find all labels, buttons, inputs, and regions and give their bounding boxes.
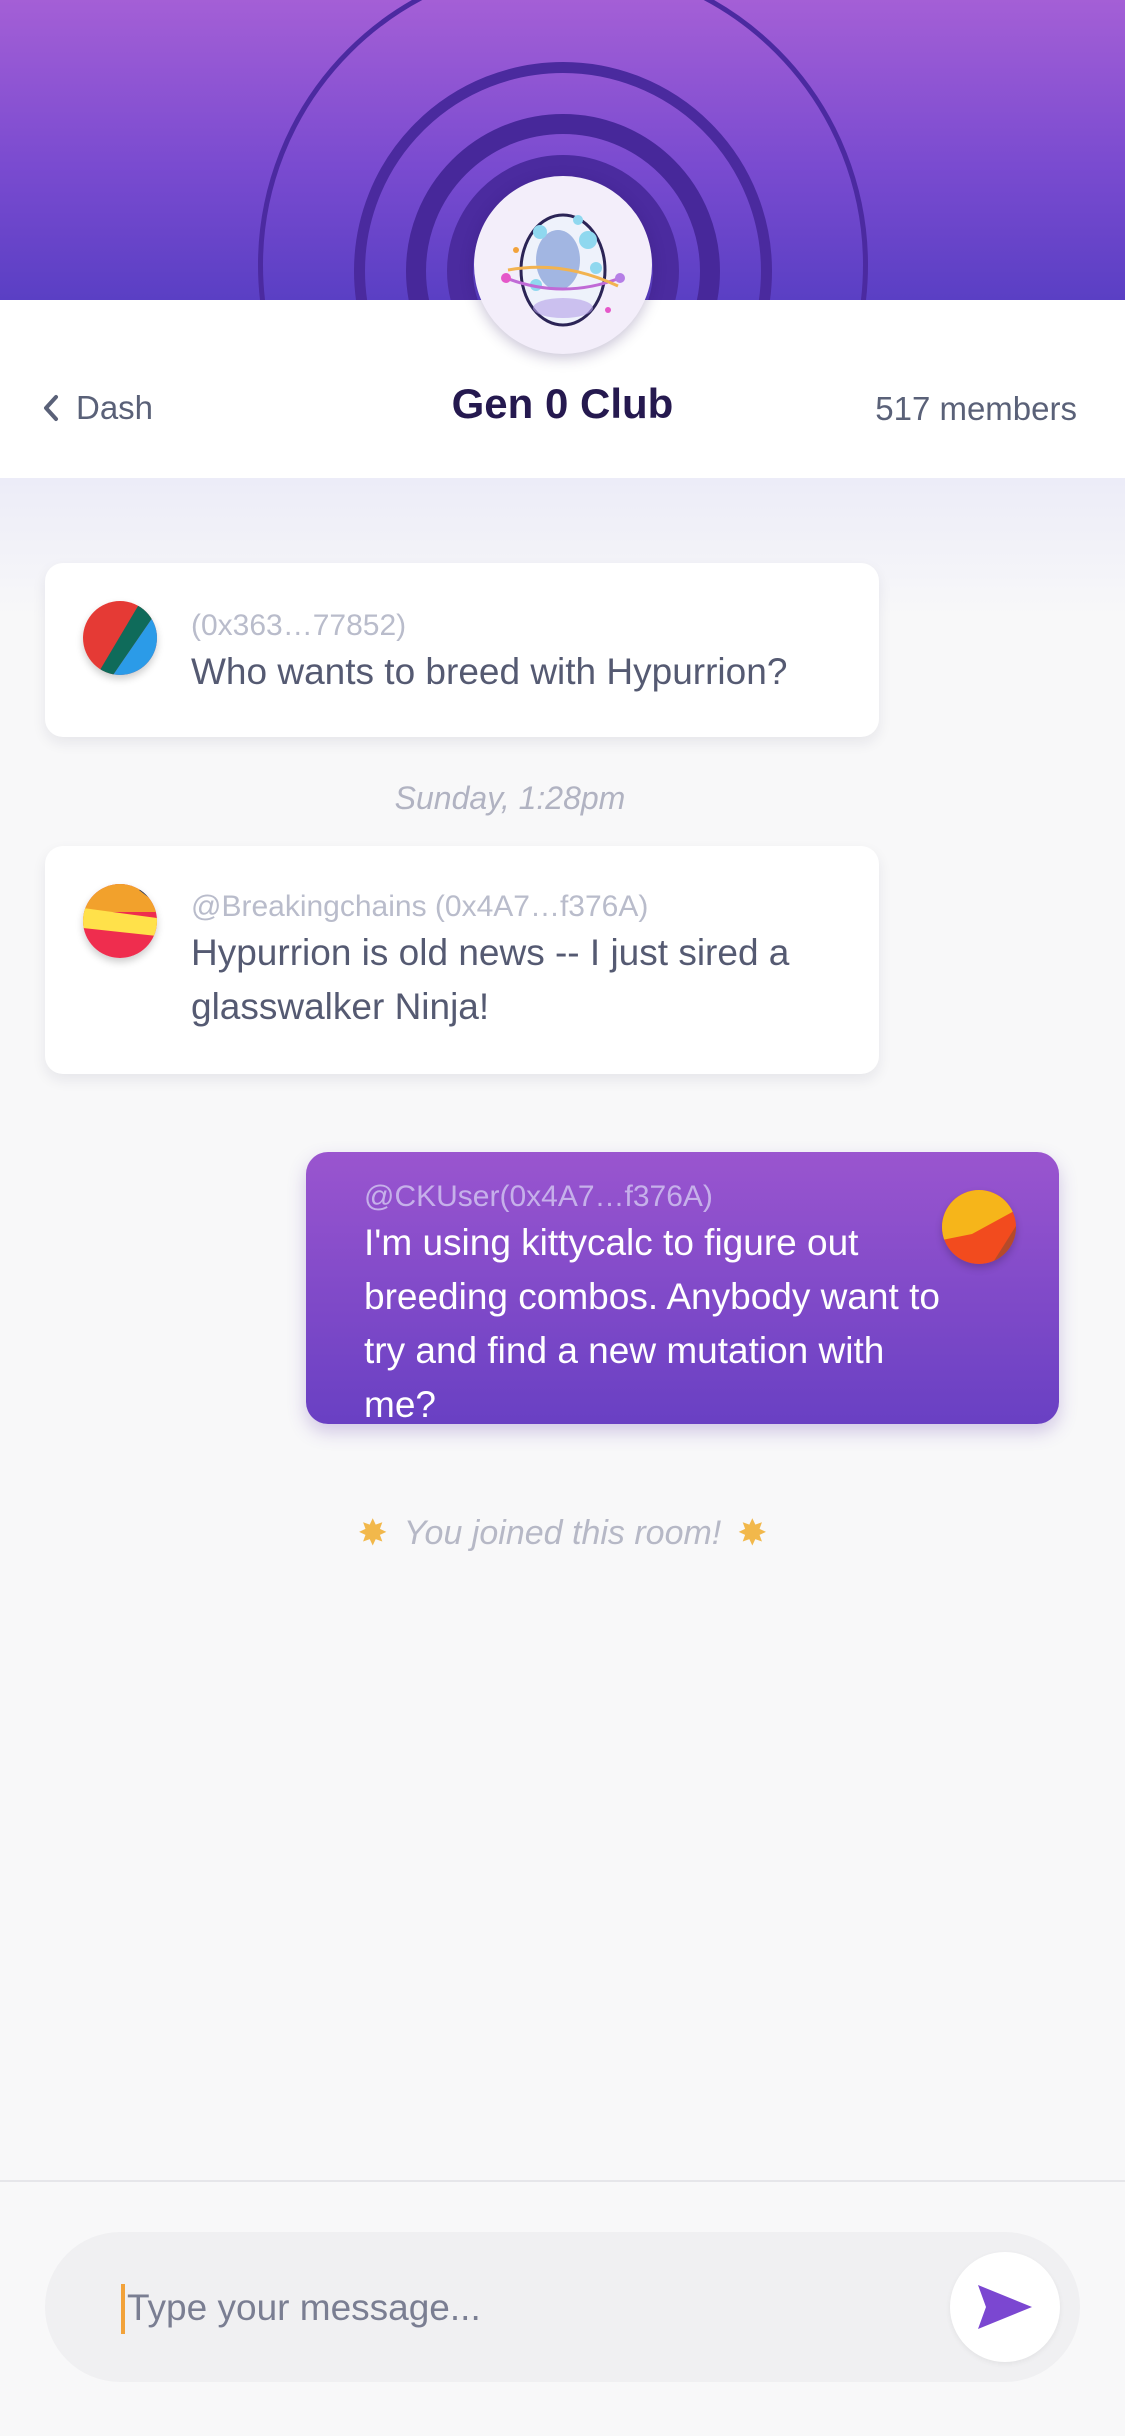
members-count[interactable]: 517 members	[875, 390, 1077, 428]
room-avatar[interactable]	[474, 176, 652, 354]
send-button[interactable]	[950, 2252, 1060, 2362]
message-input[interactable]	[127, 2272, 947, 2344]
avatar[interactable]	[83, 884, 157, 958]
sender-name: @Breakingchains (0x4A7…f376A)	[191, 890, 649, 923]
message-card: (0x363…77852) Who wants to breed with Hy…	[45, 563, 879, 737]
message-card: @Breakingchains (0x4A7…f376A) Hypurrion …	[45, 846, 879, 1074]
avatar-icon	[942, 1190, 1016, 1264]
egg-icon	[501, 213, 625, 327]
avatar[interactable]	[83, 601, 157, 675]
sparkle-icon: ✸	[737, 1512, 768, 1553]
message-text: Hypurrion is old news -- I just sired a …	[191, 932, 790, 1027]
own-message-card: @CKUser(0x4A7…f376A) I'm using kittycalc…	[306, 1152, 1059, 1425]
avatar[interactable]	[942, 1190, 1016, 1264]
avatar-icon	[83, 601, 157, 675]
sparkle-icon: ✸	[357, 1512, 388, 1553]
sender-name: (0x363…77852)	[191, 609, 407, 642]
text-caret	[121, 2284, 125, 2334]
joined-text: You joined this room!	[403, 1513, 722, 1552]
message-text: I'm using kittycalc to figure out breedi…	[364, 1222, 940, 1425]
joined-notice: ✸ You joined this room! ✸	[0, 1512, 1125, 1554]
message-composer	[45, 2232, 1080, 2382]
avatar-icon	[83, 884, 157, 958]
sender-name: @CKUser(0x4A7…f376A)	[364, 1180, 713, 1213]
send-icon	[978, 2285, 1032, 2329]
message-text: Who wants to breed with Hypurrion?	[191, 651, 788, 692]
timestamp: Sunday, 1:28pm	[394, 780, 626, 816]
